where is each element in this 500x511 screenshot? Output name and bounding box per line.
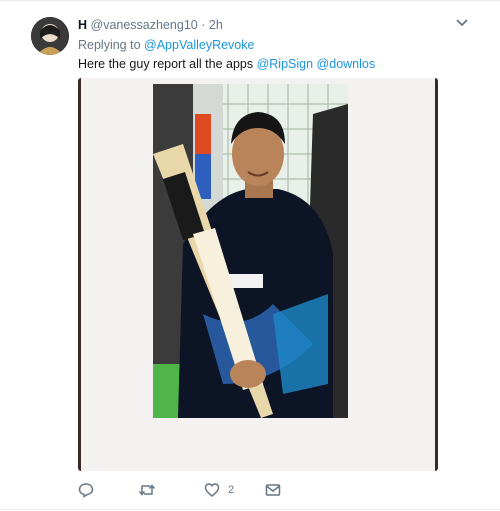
retweet-icon: [138, 484, 156, 496]
tweet-card[interactable]: H @vanessazheng10 · 2h Replying to @AppV…: [0, 0, 500, 511]
separator-dot: ·: [201, 18, 206, 32]
user-handle[interactable]: @vanessazheng10: [91, 18, 198, 32]
tweet-header: H @vanessazheng10 · 2h: [78, 18, 223, 32]
divider: [0, 509, 500, 510]
replying-prefix: Replying to: [78, 38, 141, 52]
reply-button[interactable]: [78, 481, 94, 499]
retweet-button[interactable]: [138, 481, 156, 499]
avatar[interactable]: [31, 17, 69, 55]
chevron-down-icon[interactable]: [455, 17, 469, 29]
replying-to-line: Replying to @AppValleyRevoke: [78, 38, 254, 52]
timestamp[interactable]: 2h: [209, 18, 223, 32]
tweet-text-main: Here the guy report all the apps: [78, 57, 254, 71]
display-name[interactable]: H: [78, 18, 87, 32]
mention-link-1[interactable]: @RipSign: [257, 57, 313, 71]
like-count: 2: [228, 484, 235, 496]
avatar-image: [31, 17, 69, 55]
envelope-icon: [265, 484, 281, 496]
like-button[interactable]: 2: [204, 481, 234, 499]
heart-icon: [204, 483, 220, 497]
tweet-photo[interactable]: [153, 84, 348, 418]
replying-to-link[interactable]: @AppValleyRevoke: [144, 38, 254, 52]
direct-message-button[interactable]: [265, 481, 281, 499]
tweet-text: Here the guy report all the apps @RipSig…: [78, 57, 375, 71]
mention-link-2[interactable]: @downlos: [317, 57, 376, 71]
reply-icon: [78, 483, 94, 498]
photo-image: [153, 84, 348, 418]
